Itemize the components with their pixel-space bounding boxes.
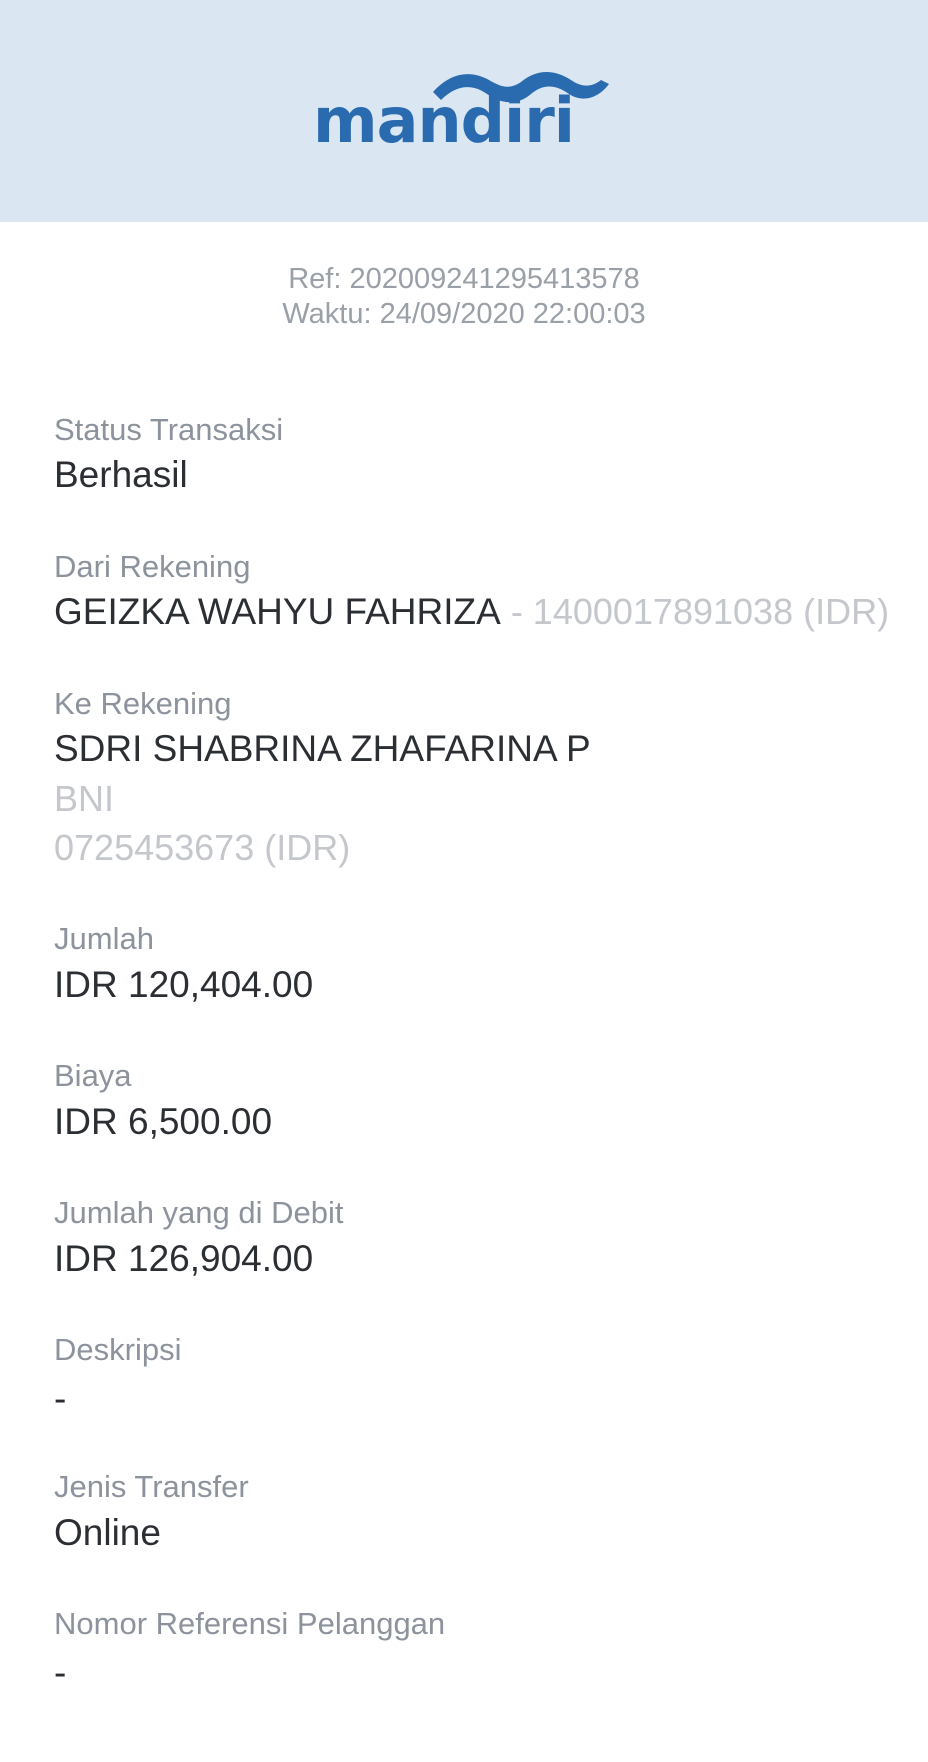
description-label: Deskripsi xyxy=(54,1332,182,1367)
transaction-receipt: mandiri Ref: 202009241295413578 Waktu: 2… xyxy=(0,0,928,1762)
transaction-time: Waktu: 24/09/2020 22:00:03 xyxy=(282,298,646,330)
to-account-label: Ke Rekening xyxy=(54,686,232,721)
from-account-value: GEIZKA WAHYU FAHRIZA - 1400017891038 (ID… xyxy=(54,593,889,630)
from-account-label: Dari Rekening xyxy=(54,549,251,584)
customer-reference-value: - xyxy=(54,1652,67,1693)
transfer-type-value: Online xyxy=(54,1512,161,1553)
to-account-bank: BNI xyxy=(54,778,115,819)
header-banner: mandiri xyxy=(0,0,928,222)
fee-value: IDR 6,500.00 xyxy=(54,1101,273,1142)
debit-amount-label: Jumlah yang di Debit xyxy=(54,1195,344,1230)
mandiri-logo: mandiri xyxy=(313,60,613,160)
fee-label: Biaya xyxy=(54,1058,132,1093)
logo-wordmark: mandiri xyxy=(313,84,575,157)
debit-amount-value: IDR 126,904.00 xyxy=(54,1238,314,1279)
transfer-type-label: Jenis Transfer xyxy=(54,1469,249,1504)
customer-reference-label: Nomor Referensi Pelanggan xyxy=(54,1606,446,1641)
from-account-number: - 1400017891038 (IDR) xyxy=(500,591,890,632)
status-label: Status Transaksi xyxy=(54,412,284,447)
status-value: Berhasil xyxy=(54,454,188,495)
description-value: - xyxy=(54,1378,67,1419)
amount-label: Jumlah xyxy=(54,921,154,956)
reference-number: Ref: 202009241295413578 xyxy=(288,263,640,295)
amount-value: IDR 120,404.00 xyxy=(54,964,314,1005)
from-account-name: GEIZKA WAHYU FAHRIZA xyxy=(54,591,501,632)
to-account-name: SDRI SHABRINA ZHAFARINA P xyxy=(54,728,591,769)
to-account-number: 0725453673 (IDR) xyxy=(54,827,351,868)
